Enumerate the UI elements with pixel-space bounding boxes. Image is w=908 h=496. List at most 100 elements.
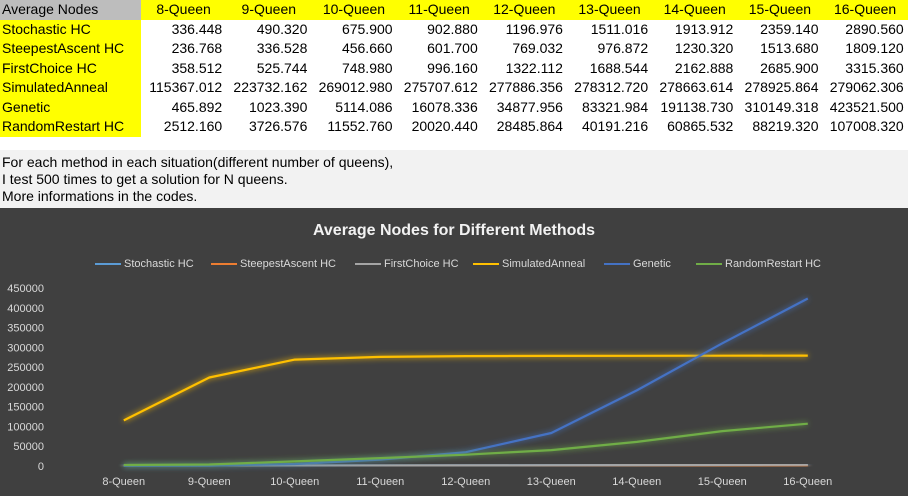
- y-tick-label: 150000: [7, 402, 44, 414]
- table-cell[interactable]: 88219.320: [737, 117, 823, 137]
- table-cell[interactable]: 3315.360: [822, 58, 908, 78]
- table-cell[interactable]: 236.768: [141, 39, 227, 59]
- row-label[interactable]: Stochastic HC: [0, 19, 141, 39]
- table-corner-header[interactable]: Average Nodes: [0, 0, 141, 20]
- x-tick-label: 8-Queen: [102, 476, 145, 488]
- row-label[interactable]: Genetic: [0, 97, 141, 117]
- table-cell[interactable]: 269012.980: [311, 78, 397, 98]
- x-tick-label: 16-Queen: [783, 476, 832, 488]
- table-cell[interactable]: 279062.306: [822, 78, 908, 98]
- note-line: More informations in the codes.: [2, 188, 198, 204]
- table-cell[interactable]: 601.700: [396, 39, 482, 59]
- table-cell[interactable]: 2162.888: [652, 58, 738, 78]
- table-cell[interactable]: 456.660: [311, 39, 397, 59]
- table-cell[interactable]: 107008.320: [822, 117, 908, 137]
- table-cell[interactable]: 16078.336: [396, 97, 482, 117]
- row-label[interactable]: SimulatedAnneal: [0, 78, 141, 98]
- table-cell[interactable]: 1511.016: [566, 19, 653, 39]
- table-cell[interactable]: 1688.544: [566, 58, 653, 78]
- table-cell[interactable]: 675.900: [311, 19, 397, 39]
- table-cell[interactable]: 902.880: [396, 19, 482, 39]
- table-cell[interactable]: 423521.500: [822, 97, 908, 117]
- row-label[interactable]: RandomRestart HC: [0, 117, 141, 137]
- table-cell[interactable]: 769.032: [481, 39, 567, 59]
- table-cell[interactable]: 1322.112: [481, 58, 567, 78]
- y-tick-label: 250000: [7, 362, 44, 374]
- y-tick-label: 400000: [7, 303, 44, 315]
- table-header-row: Average Nodes 8-Queen 9-Queen 10-Queen 11-Qu…: [0, 0, 908, 20]
- column-header[interactable]: 12-Queen: [481, 0, 567, 20]
- table-row: RandomRestart HC 2512.160 3726.576 11552.76…: [0, 117, 908, 137]
- y-tick-label: 200000: [7, 382, 44, 394]
- table-cell[interactable]: 278663.614: [652, 78, 738, 98]
- table-row: SimulatedAnneal 115367.012 223732.162 26901…: [0, 78, 908, 98]
- column-header[interactable]: 14-Queen: [652, 0, 738, 20]
- y-tick-label: 300000: [7, 342, 44, 354]
- table-cell[interactable]: 11552.760: [311, 117, 397, 137]
- data-table: Average Nodes 8-Queen 9-Queen 10-Queen 11-Qu…: [0, 0, 908, 137]
- column-header[interactable]: 15-Queen: [737, 0, 823, 20]
- y-tick-label: 0: [38, 461, 44, 473]
- table-cell[interactable]: 336.448: [141, 19, 227, 39]
- table-cell[interactable]: 275707.612: [396, 78, 482, 98]
- table-cell[interactable]: 28485.864: [481, 117, 567, 137]
- series-line[interactable]: [123, 354, 808, 422]
- table-cell[interactable]: 490.320: [226, 19, 312, 39]
- x-tick-label: 12-Queen: [441, 476, 490, 488]
- table-cell[interactable]: 976.872: [566, 39, 653, 59]
- table-cell[interactable]: 1196.976: [481, 19, 567, 39]
- x-tick-label: 14-Queen: [612, 476, 661, 488]
- table-cell[interactable]: 2890.560: [822, 19, 908, 39]
- table-cell[interactable]: 278312.720: [566, 78, 653, 98]
- table-cell[interactable]: 1913.912: [652, 19, 738, 39]
- table-cell[interactable]: 336.528: [226, 39, 312, 59]
- notes-panel: For each method in each situation(differ…: [0, 150, 908, 208]
- table-cell[interactable]: 2512.160: [141, 117, 227, 137]
- plot-area: 0 50000 100000 150000 200000 250000 300000 3500…: [7, 283, 832, 488]
- table-cell[interactable]: 465.892: [141, 97, 227, 117]
- table-cell[interactable]: 34877.956: [481, 97, 567, 117]
- y-tick-label: 350000: [7, 323, 44, 335]
- table-cell[interactable]: 358.512: [141, 58, 227, 78]
- column-header[interactable]: 16-Queen: [822, 0, 908, 20]
- table-cell[interactable]: 60865.532: [652, 117, 738, 137]
- y-tick-label: 100000: [7, 421, 44, 433]
- table-cell[interactable]: 2685.900: [737, 58, 823, 78]
- column-header[interactable]: 11-Queen: [396, 0, 482, 20]
- table-cell[interactable]: 40191.216: [566, 117, 653, 137]
- row-label[interactable]: SteepestAscent HC: [0, 39, 141, 59]
- table-cell[interactable]: 5114.086: [311, 97, 397, 117]
- table-cell[interactable]: 1513.680: [737, 39, 823, 59]
- table-cell[interactable]: 525.744: [226, 58, 312, 78]
- x-tick-label: 10-Queen: [270, 476, 319, 488]
- y-tick-label: 50000: [13, 441, 44, 453]
- table-cell[interactable]: 748.980: [311, 58, 397, 78]
- table-cell[interactable]: 223732.162: [226, 78, 312, 98]
- table-cell[interactable]: 1809.120: [822, 39, 908, 59]
- table-cell[interactable]: 115367.012: [141, 78, 227, 98]
- table-cell[interactable]: 278925.864: [737, 78, 823, 98]
- column-header[interactable]: 13-Queen: [566, 0, 653, 20]
- table-cell[interactable]: 1230.320: [652, 39, 738, 59]
- table-cell[interactable]: 83321.984: [566, 97, 653, 117]
- table-cell[interactable]: 20020.440: [396, 117, 482, 137]
- table-cell[interactable]: 277886.356: [481, 78, 567, 98]
- column-header[interactable]: 8-Queen: [141, 0, 227, 20]
- table-row: FirstChoice HC 358.512 525.744 748.980 996.1…: [0, 58, 908, 78]
- table-cell[interactable]: 310149.318: [737, 97, 823, 117]
- series-line[interactable]: [123, 297, 809, 467]
- table-cell[interactable]: 191138.730: [652, 97, 738, 117]
- column-header[interactable]: 9-Queen: [226, 0, 312, 20]
- table-cell[interactable]: 3726.576: [226, 117, 312, 137]
- note-line: For each method in each situation(differ…: [2, 154, 394, 170]
- table-cell[interactable]: 1023.390: [226, 97, 312, 117]
- column-header[interactable]: 10-Queen: [311, 0, 397, 20]
- table-cell[interactable]: 996.160: [396, 58, 482, 78]
- line-chart[interactable]: Average Nodes for Different Methods Stoc…: [0, 208, 908, 496]
- row-label[interactable]: FirstChoice HC: [0, 58, 141, 78]
- table-cell[interactable]: 2359.140: [737, 19, 823, 39]
- series-line[interactable]: [123, 422, 808, 467]
- note-line: I test 500 times to get a solution for N…: [2, 171, 288, 187]
- x-tick-label: 9-Queen: [188, 476, 231, 488]
- table-row: Genetic 465.892 1023.390 5114.086 16078.336 3…: [0, 97, 908, 117]
